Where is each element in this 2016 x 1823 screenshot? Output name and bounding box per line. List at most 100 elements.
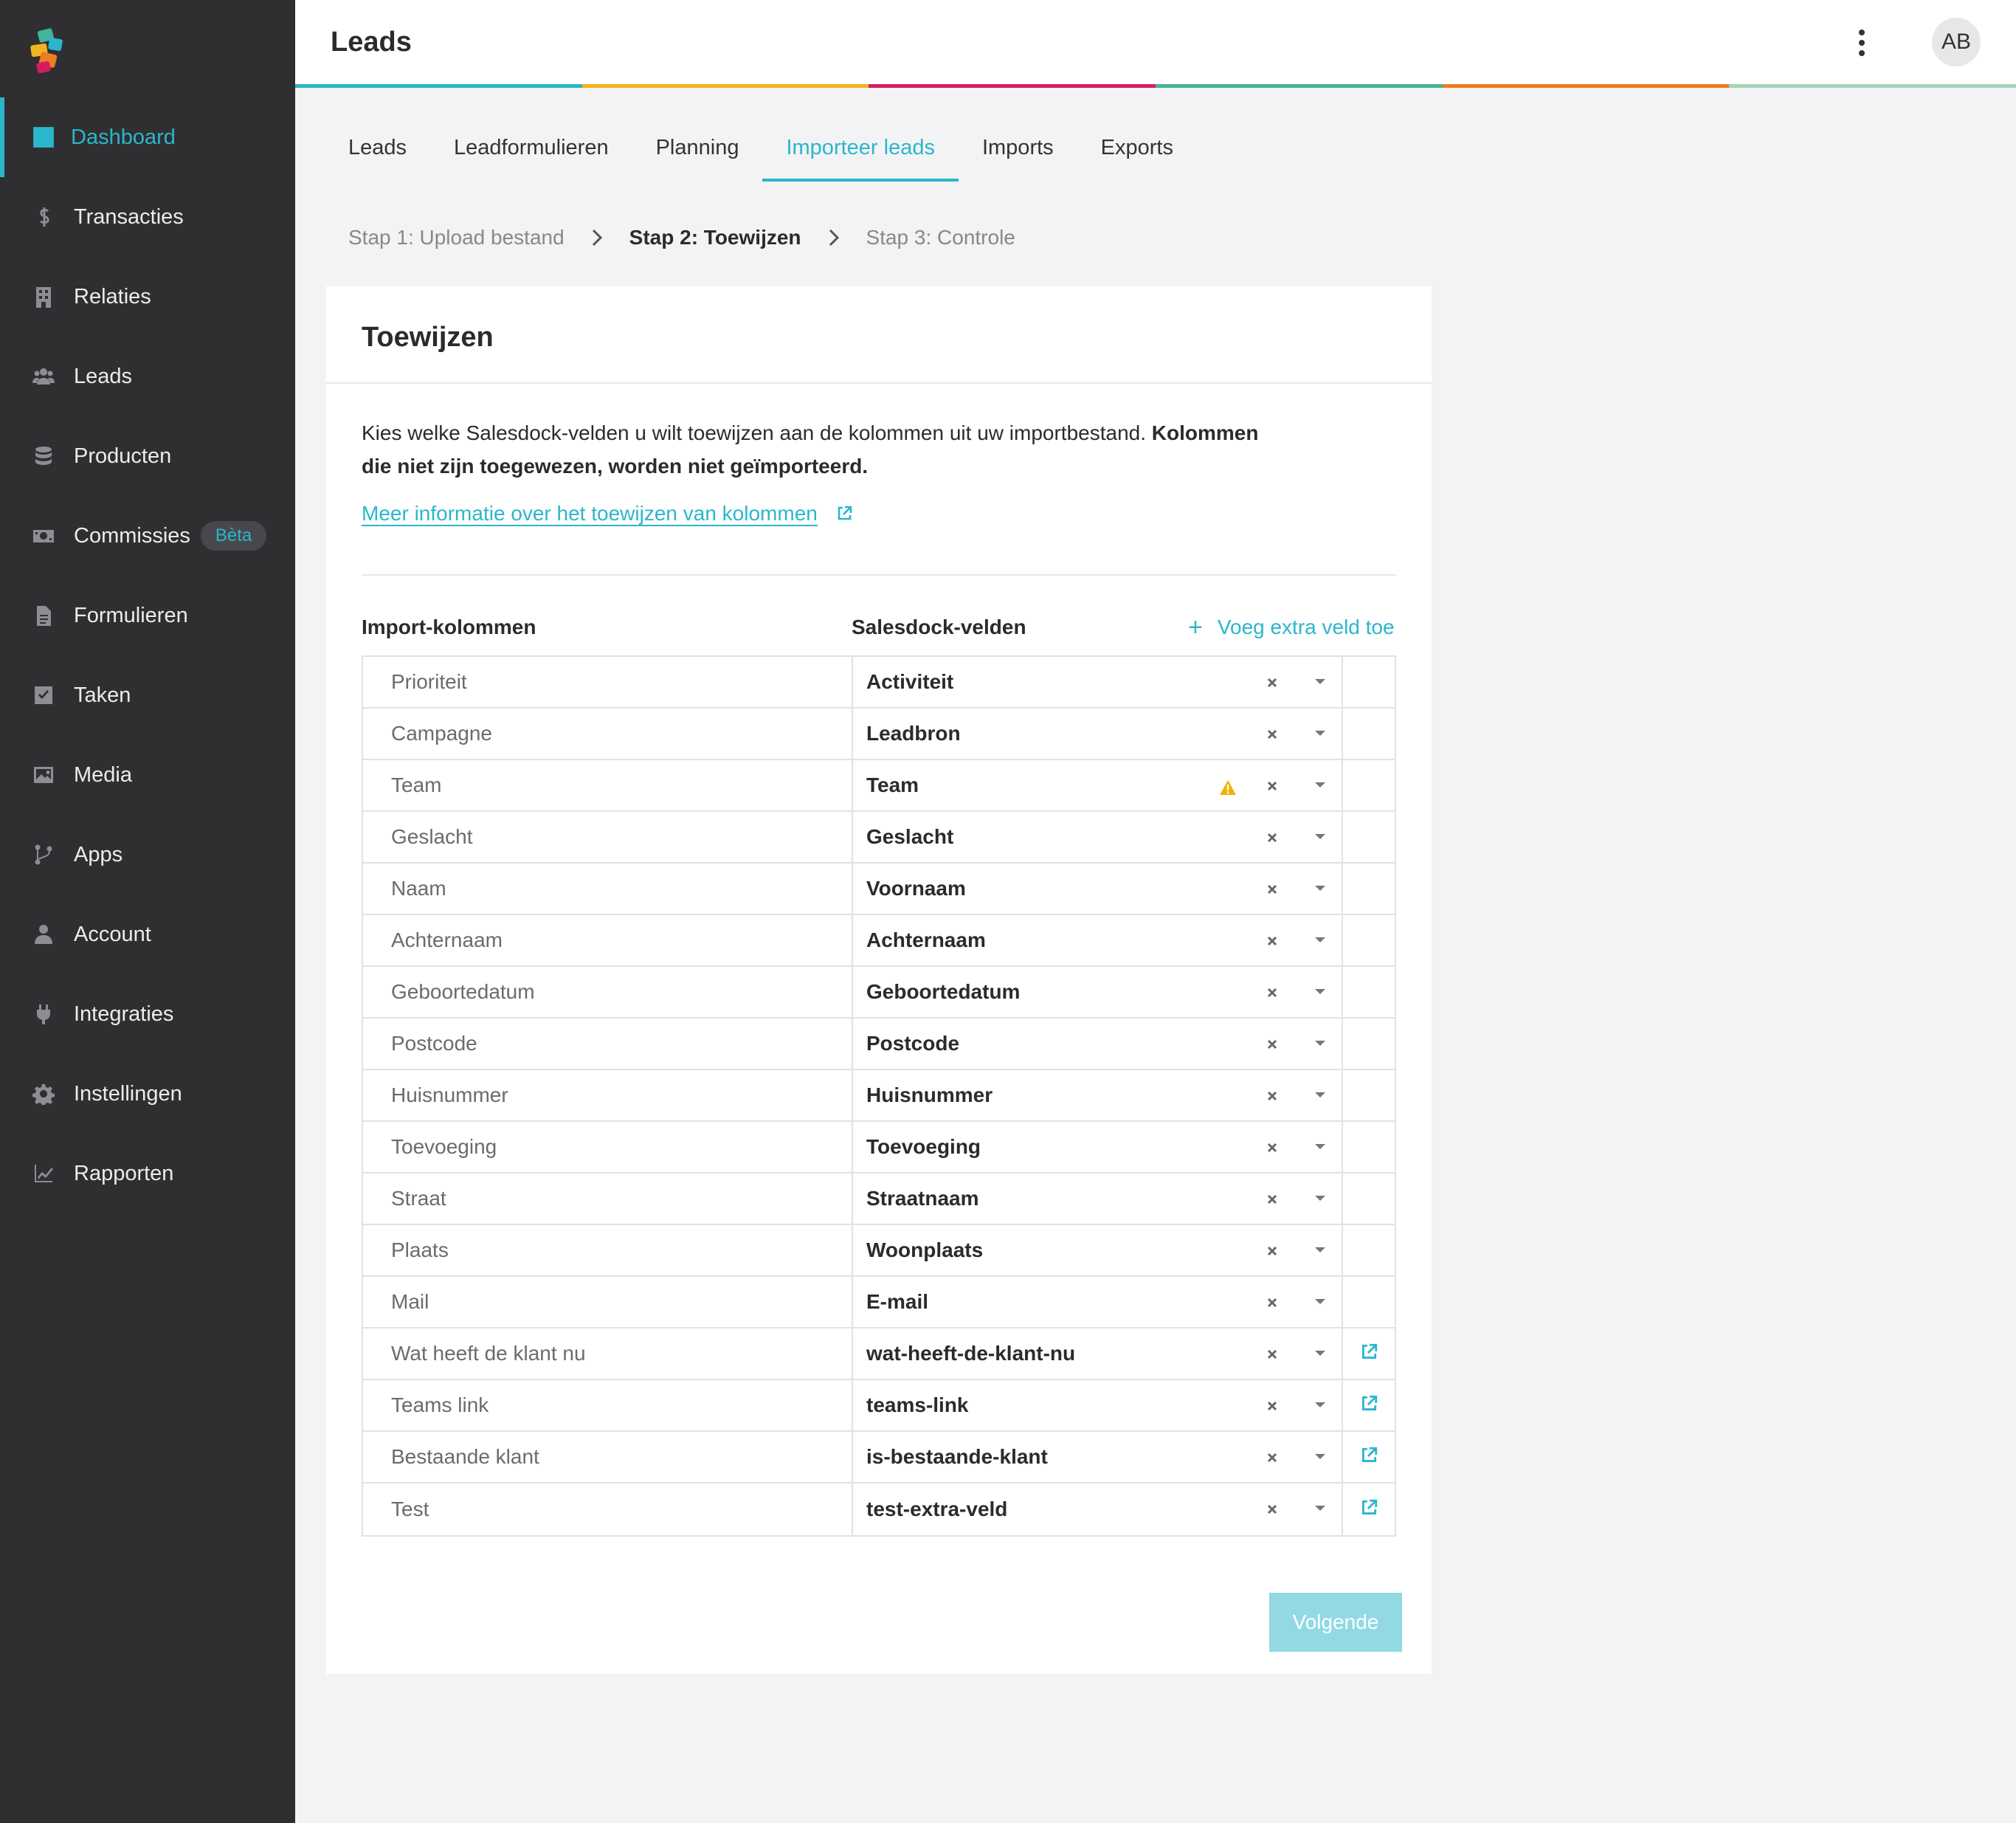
external-link-cell (1343, 812, 1395, 862)
clear-icon[interactable] (1263, 1345, 1281, 1363)
salesdock-field-select[interactable]: test-extra-veld (853, 1483, 1343, 1535)
chevron-down-icon[interactable] (1315, 1196, 1325, 1201)
tab-leadformulieren[interactable]: Leadformulieren (430, 125, 632, 182)
salesdock-field-select[interactable]: Team (853, 760, 1343, 810)
chevron-down-icon[interactable] (1315, 679, 1325, 684)
clear-icon[interactable] (1263, 1449, 1281, 1467)
chevron-down-icon[interactable] (1315, 886, 1325, 891)
sidebar-item-dashboard[interactable]: Dashboard (0, 97, 295, 177)
salesdock-field-select[interactable]: Voornaam (853, 864, 1343, 914)
sidebar-item-transacties[interactable]: Transacties (0, 177, 295, 257)
external-link-icon[interactable] (1359, 1343, 1378, 1365)
sidebar-item-leads[interactable]: Leads (0, 337, 295, 416)
clear-icon[interactable] (1263, 674, 1281, 692)
clear-icon[interactable] (1263, 932, 1281, 950)
tab-imports[interactable]: Imports (959, 125, 1077, 182)
table-row: Test test-extra-veld (363, 1483, 1395, 1535)
clear-icon[interactable] (1263, 881, 1281, 898)
salesdock-field-select[interactable]: Activiteit (853, 657, 1343, 707)
chevron-down-icon[interactable] (1315, 937, 1325, 942)
salesdock-field-select[interactable]: Postcode (853, 1019, 1343, 1069)
clear-icon[interactable] (1263, 777, 1281, 795)
salesdock-field-select[interactable]: Straatnaam (853, 1174, 1343, 1224)
tab-importeer-leads[interactable]: Importeer leads (762, 125, 959, 182)
tab-planning[interactable]: Planning (632, 125, 763, 182)
clear-icon[interactable] (1263, 1035, 1281, 1053)
sidebar-item-rapporten[interactable]: Rapporten (0, 1134, 295, 1213)
plus-icon: + (1188, 613, 1203, 641)
info-link-label[interactable]: Meer informatie over het toewijzen van k… (362, 502, 818, 525)
clear-icon[interactable] (1263, 984, 1281, 1002)
external-link-cell (1343, 1432, 1395, 1482)
chevron-down-icon[interactable] (1315, 1092, 1325, 1097)
add-extra-field-label[interactable]: Voeg extra veld toe (1218, 616, 1395, 639)
sidebar-item-taken[interactable]: Taken (0, 655, 295, 735)
next-button[interactable]: Volgende (1269, 1593, 1402, 1652)
salesdock-field-select[interactable]: teams-link (853, 1380, 1343, 1430)
salesdock-field-select[interactable]: Toevoeging (853, 1122, 1343, 1172)
add-extra-field-button[interactable]: + Voeg extra veld toe (1188, 613, 1395, 641)
chevron-down-icon[interactable] (1315, 834, 1325, 839)
clear-icon[interactable] (1263, 1500, 1281, 1518)
sidebar-item-label: Relaties (74, 284, 151, 309)
sidebar-item-account[interactable]: Account (0, 895, 295, 974)
sidebar-item-integraties[interactable]: Integraties (0, 974, 295, 1054)
external-link-icon[interactable] (1359, 1498, 1378, 1521)
beta-badge: Bèta (200, 521, 267, 551)
salesdock-field-select[interactable]: Achternaam (853, 915, 1343, 965)
tab-exports[interactable]: Exports (1077, 125, 1197, 182)
external-link-icon[interactable] (1359, 1446, 1378, 1469)
chevron-down-icon[interactable] (1315, 1351, 1325, 1356)
clear-icon[interactable] (1263, 1087, 1281, 1105)
clear-icon[interactable] (1263, 726, 1281, 743)
sidebar-item-media[interactable]: Media (0, 735, 295, 815)
sidebar-item-label: Commissies (74, 523, 190, 548)
sidebar-item-producten[interactable]: Producten (0, 416, 295, 496)
sidebar-item-instellingen[interactable]: Instellingen (0, 1054, 295, 1134)
sidebar-item-label: Leads (74, 364, 133, 388)
chevron-down-icon[interactable] (1315, 989, 1325, 994)
external-link-cell (1343, 1122, 1395, 1172)
chevron-down-icon[interactable] (1315, 1506, 1325, 1511)
selected-field-value: Leadbron (866, 722, 961, 745)
chevron-down-icon[interactable] (1315, 1454, 1325, 1459)
salesdock-field-select[interactable]: Geslacht (853, 812, 1343, 862)
external-link-cell (1343, 864, 1395, 914)
clear-icon[interactable] (1263, 1242, 1281, 1260)
tab-leads[interactable]: Leads (325, 125, 430, 182)
sidebar-item-commissies[interactable]: Commissies Bèta (0, 496, 295, 576)
clear-icon[interactable] (1263, 1294, 1281, 1312)
chevron-down-icon[interactable] (1315, 731, 1325, 736)
avatar[interactable]: AB (1932, 18, 1981, 66)
salesdock-field-select[interactable]: E-mail (853, 1277, 1343, 1327)
clear-icon[interactable] (1263, 1190, 1281, 1208)
stripe-segment (295, 84, 582, 88)
chevron-down-icon[interactable] (1315, 1247, 1325, 1252)
external-link-cell (1343, 1174, 1395, 1224)
more-options-icon[interactable] (1851, 25, 1873, 61)
chevron-down-icon[interactable] (1315, 1402, 1325, 1407)
external-link-icon[interactable] (1359, 1394, 1378, 1417)
sidebar-item-apps[interactable]: Apps (0, 815, 295, 895)
import-column-name: Straat (363, 1174, 853, 1224)
sidebar-item-formulieren[interactable]: Formulieren (0, 576, 295, 655)
salesdock-field-select[interactable]: Woonplaats (853, 1225, 1343, 1275)
salesdock-field-select[interactable]: Geboortedatum (853, 967, 1343, 1017)
clear-icon[interactable] (1263, 1397, 1281, 1415)
chevron-down-icon[interactable] (1315, 1144, 1325, 1149)
chevron-down-icon[interactable] (1315, 782, 1325, 788)
clear-icon[interactable] (1263, 1139, 1281, 1157)
external-link-cell (1343, 709, 1395, 759)
salesdock-field-select[interactable]: Leadbron (853, 709, 1343, 759)
salesdock-field-select[interactable]: is-bestaande-klant (853, 1432, 1343, 1482)
clear-icon[interactable] (1263, 829, 1281, 847)
sidebar-item-relaties[interactable]: Relaties (0, 257, 295, 337)
salesdock-field-select[interactable]: Huisnummer (853, 1070, 1343, 1120)
info-link[interactable]: Meer informatie over het toewijzen van k… (362, 502, 853, 525)
gear-icon (31, 1081, 56, 1106)
chevron-down-icon[interactable] (1315, 1041, 1325, 1046)
salesdock-logo[interactable] (28, 28, 66, 75)
salesdock-field-select[interactable]: wat-heeft-de-klant-nu (853, 1329, 1343, 1379)
chevron-down-icon[interactable] (1315, 1299, 1325, 1304)
step-upload[interactable]: Stap 1: Upload bestand (348, 226, 565, 249)
